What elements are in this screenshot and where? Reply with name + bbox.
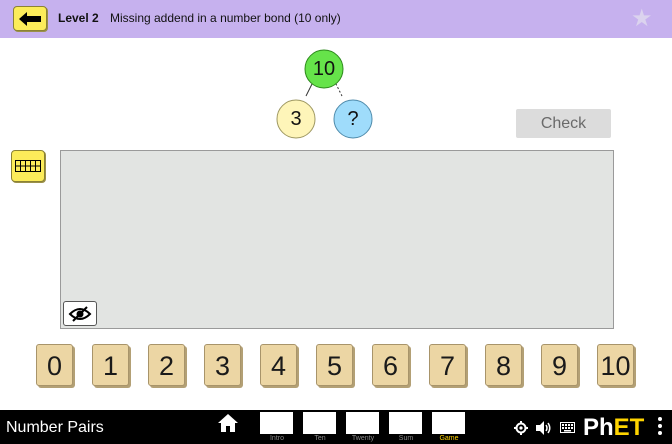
number-button-1[interactable]: 1 bbox=[92, 344, 129, 386]
check-button[interactable]: Check bbox=[516, 109, 611, 138]
phet-logo-ph: Ph bbox=[583, 414, 614, 441]
ten-frame-button[interactable] bbox=[11, 150, 45, 182]
keyboard-icon[interactable] bbox=[560, 422, 575, 433]
phet-logo-et: ET bbox=[613, 414, 645, 441]
star-icon: ★ bbox=[631, 5, 653, 32]
bond-total: 10 bbox=[312, 58, 336, 80]
screen-button-twenty[interactable]: Twenty bbox=[346, 412, 380, 442]
level-title: Level 2 bbox=[58, 11, 99, 25]
screen-button-ten[interactable]: Ten bbox=[303, 412, 337, 442]
number-buttons: 0 1 2 3 4 5 6 7 8 9 10 bbox=[36, 344, 638, 388]
visibility-toggle-button[interactable] bbox=[63, 301, 97, 326]
screen-thumbnail bbox=[346, 412, 379, 434]
number-button-8[interactable]: 8 bbox=[485, 344, 522, 386]
screen-label: Game bbox=[439, 435, 459, 442]
bond-part-left: 3 bbox=[290, 108, 302, 130]
counting-area[interactable] bbox=[60, 150, 614, 329]
number-button-7[interactable]: 7 bbox=[429, 344, 466, 386]
number-button-5[interactable]: 5 bbox=[316, 344, 353, 386]
screen-thumbnail bbox=[303, 412, 336, 434]
level-description: Missing addend in a number bond (10 only… bbox=[110, 11, 341, 25]
screen-thumbnail bbox=[432, 412, 465, 434]
number-button-4[interactable]: 4 bbox=[260, 344, 297, 386]
menu-dots-icon[interactable] bbox=[657, 416, 663, 436]
number-button-3[interactable]: 3 bbox=[204, 344, 241, 386]
screen-button-game[interactable]: Game bbox=[432, 412, 466, 442]
speaker-icon[interactable] bbox=[536, 421, 552, 435]
screen-button-intro[interactable]: Intro bbox=[260, 412, 294, 442]
gear-icon[interactable] bbox=[514, 421, 528, 435]
number-button-10[interactable]: 10 bbox=[597, 344, 634, 386]
number-button-6[interactable]: 6 bbox=[372, 344, 409, 386]
ten-frame-icon bbox=[15, 160, 41, 172]
home-icon[interactable] bbox=[218, 414, 238, 432]
bond-part-missing: ? bbox=[347, 108, 359, 130]
level-header: Level 2 Missing addend in a number bond … bbox=[0, 0, 672, 38]
number-button-0[interactable]: 0 bbox=[36, 344, 73, 386]
screen-thumbnail bbox=[389, 412, 422, 434]
phet-logo[interactable]: PhET bbox=[583, 413, 644, 443]
screen-button-sum[interactable]: Sum bbox=[389, 412, 423, 442]
sim-title: Number Pairs bbox=[6, 419, 104, 436]
number-button-9[interactable]: 9 bbox=[541, 344, 578, 386]
arrow-left-icon bbox=[19, 11, 41, 26]
navigation-bar: Number Pairs Intro Ten Twenty Sum Game bbox=[0, 410, 672, 444]
number-button-2[interactable]: 2 bbox=[148, 344, 185, 386]
eye-slash-icon bbox=[68, 305, 92, 322]
screen-thumbnail bbox=[260, 412, 293, 434]
back-button[interactable] bbox=[13, 6, 47, 31]
